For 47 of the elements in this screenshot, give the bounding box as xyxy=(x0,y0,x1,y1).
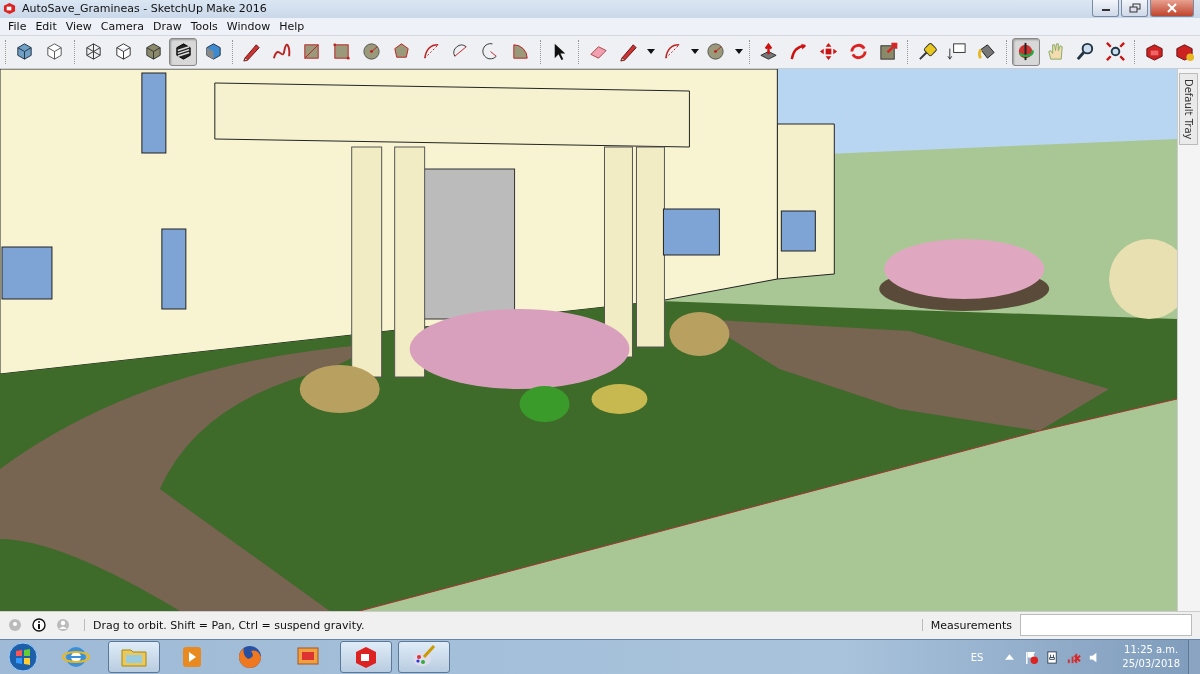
boxes-icon xyxy=(1143,41,1165,63)
taskbar-app-button[interactable] xyxy=(340,641,392,673)
fox-globe-icon xyxy=(236,643,264,671)
flag-icon[interactable] xyxy=(1024,649,1040,665)
close-button[interactable] xyxy=(1150,0,1194,17)
menu-item[interactable]: Window xyxy=(222,19,276,33)
menu-item[interactable]: Help xyxy=(275,19,310,33)
windows-orb-icon xyxy=(8,642,38,672)
move-arrows-icon xyxy=(818,41,840,63)
restore-icon xyxy=(1128,3,1141,13)
circle-icon xyxy=(360,41,382,63)
scale-icon xyxy=(877,41,899,63)
toolbar-button[interactable] xyxy=(169,37,198,66)
menu-item[interactable]: Tools xyxy=(186,19,223,33)
restore-button[interactable] xyxy=(1121,0,1148,17)
menu-item[interactable]: Edit xyxy=(31,19,62,33)
rectangle-icon xyxy=(331,41,352,63)
push-pull-icon xyxy=(758,41,780,63)
pencil-icon xyxy=(241,41,263,63)
menu-item[interactable]: View xyxy=(61,19,97,33)
menu-item[interactable]: Draw xyxy=(149,19,187,33)
taskbar-app-button[interactable] xyxy=(398,641,450,673)
text-label-icon xyxy=(946,41,968,63)
tray-tab[interactable]: Default Tray xyxy=(1179,72,1198,146)
taskbar-app-button[interactable] xyxy=(108,641,160,673)
caret-icon xyxy=(734,49,743,55)
circle-icon xyxy=(705,41,727,63)
menu-item[interactable]: Camera xyxy=(96,19,149,33)
status-hint: Drag to orbit. Shift = Pan, Ctrl = suspend gravity. xyxy=(93,618,365,632)
tape-measure-icon xyxy=(916,41,938,63)
info-icon[interactable] xyxy=(32,618,46,633)
measurements-field[interactable] xyxy=(1020,614,1192,637)
window-title: AutoSave_Gramineas - SketchUp Make 2016 xyxy=(22,2,267,16)
zoom-extents-icon xyxy=(1104,41,1126,63)
pencil-icon xyxy=(617,41,639,63)
3d-garden-scene-drawing[interactable] xyxy=(0,68,1177,611)
caret-icon xyxy=(647,49,656,55)
app-logo-icon xyxy=(3,2,16,16)
measurements-label: Measurements xyxy=(930,618,1012,632)
zoom-icon xyxy=(1074,41,1096,63)
close-icon xyxy=(1167,3,1177,13)
box-with-badge-icon xyxy=(1173,41,1195,63)
minimize-button[interactable] xyxy=(1092,0,1119,17)
toolbar-button[interactable] xyxy=(1011,37,1040,66)
caret-icon xyxy=(691,49,700,55)
menu-item[interactable]: File xyxy=(4,19,32,33)
cube-outline-icon xyxy=(113,41,134,63)
